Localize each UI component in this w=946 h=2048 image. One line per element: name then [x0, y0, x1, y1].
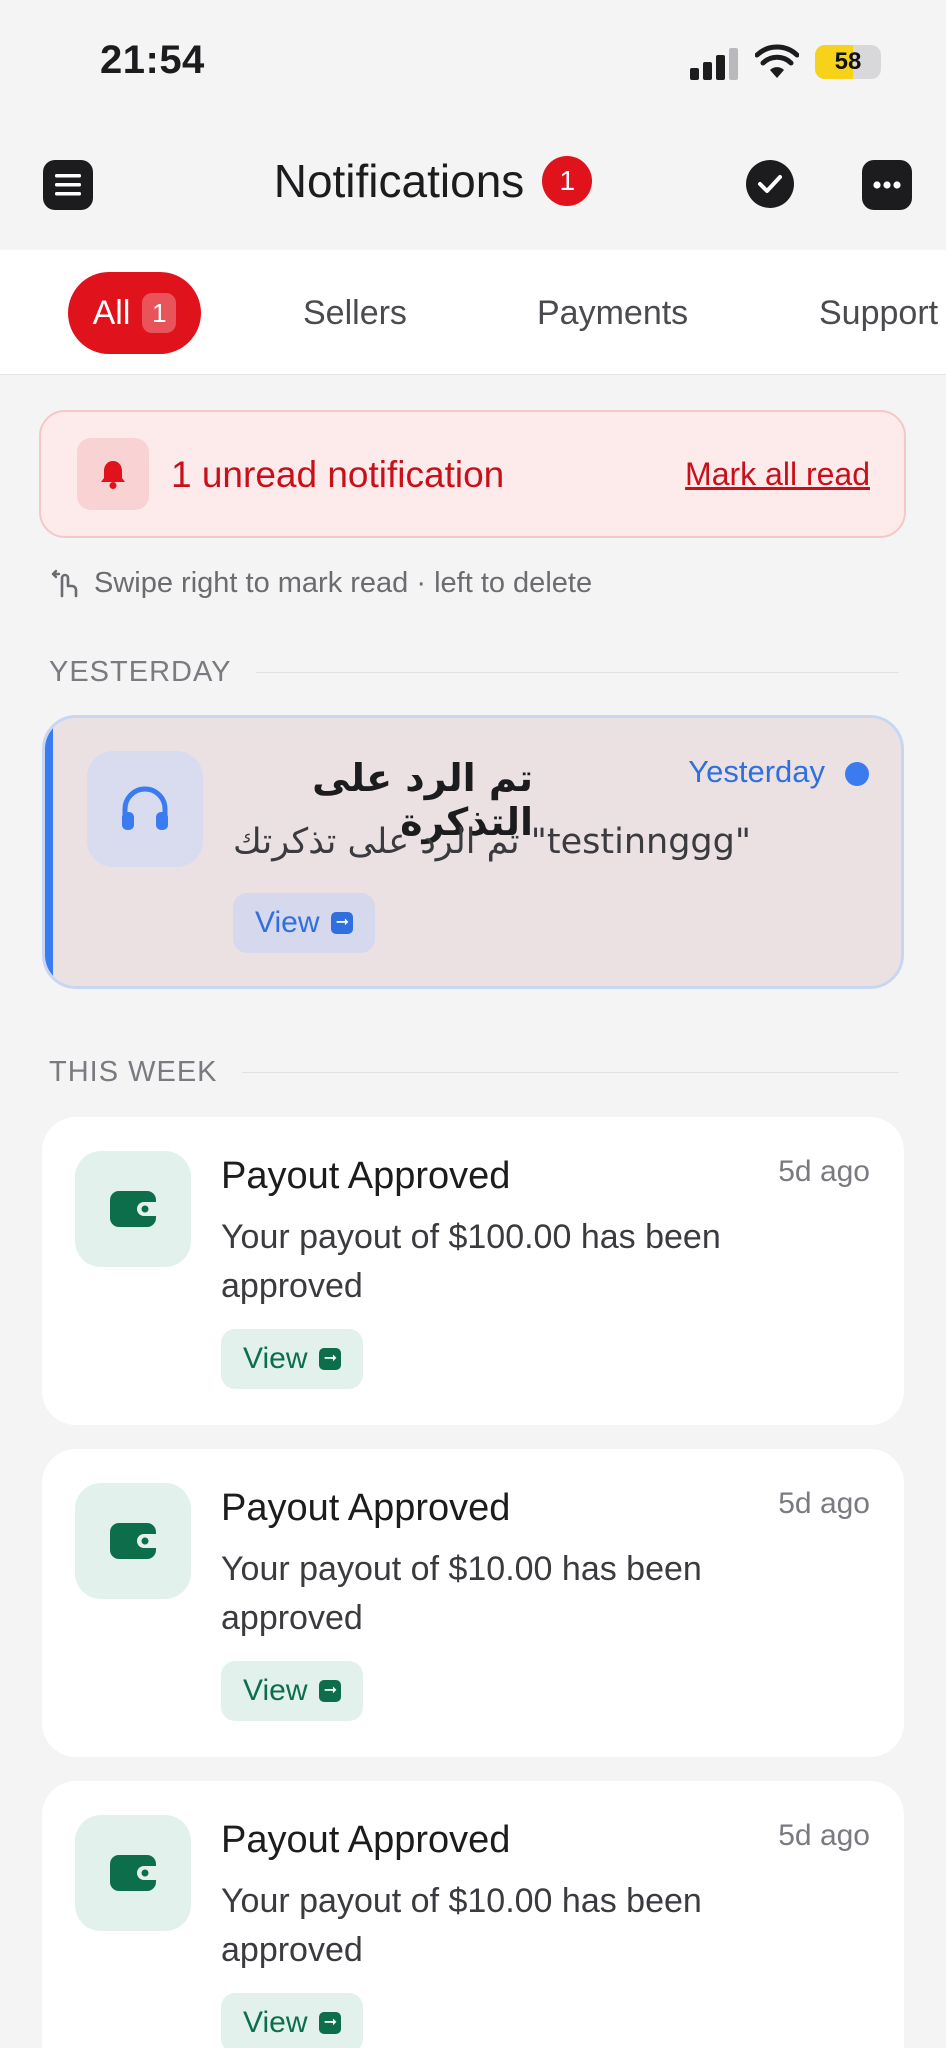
section-divider: [255, 672, 899, 673]
unread-dot: [845, 762, 869, 786]
view-button[interactable]: View ➞: [221, 1661, 364, 1721]
arrow-right-icon: ➞: [319, 2012, 342, 2034]
section-header-yesterday: YESTERDAY: [49, 656, 899, 689]
notification-card-unread[interactable]: تم الرد على التذكرة تم الرد على تذكرتك "…: [42, 715, 904, 989]
notification-title: Payout Approved: [221, 1487, 511, 1529]
section-label: YESTERDAY: [49, 656, 232, 688]
notification-card[interactable]: Payout Approved 5d ago Your payout of $1…: [42, 1449, 904, 1757]
swipe-hint-text: Swipe right to mark read · left to delet…: [94, 566, 593, 599]
bell-icon: [77, 438, 149, 510]
notification-time: 5d ago: [778, 1819, 870, 1852]
status-time: 21:54: [100, 38, 205, 82]
tab-count-badge: 1: [142, 293, 177, 333]
section-label: THIS WEEK: [49, 1056, 218, 1088]
notification-body: Your payout of $100.00 has been approved: [221, 1218, 721, 1305]
swipe-gesture-icon: [51, 569, 78, 598]
arrow-right-icon: ➞: [331, 912, 354, 934]
wallet-icon: [75, 1815, 191, 1931]
swipe-hint: Swipe right to mark read · left to delet…: [50, 566, 592, 600]
tab-payments[interactable]: Payments: [537, 272, 688, 354]
arrow-right-icon: ➞: [319, 1348, 342, 1370]
view-button-label: View: [243, 1674, 308, 1707]
unread-count-text: 1 unread notification: [171, 454, 505, 495]
battery-indicator: 58: [815, 45, 881, 79]
wifi-icon: [755, 44, 799, 78]
arrow-right-icon: ➞: [319, 1680, 342, 1702]
tab-all[interactable]: All 1: [68, 272, 201, 354]
view-button[interactable]: View ➞: [221, 1329, 364, 1389]
mark-all-read-link[interactable]: Mark all read: [685, 456, 870, 493]
view-button[interactable]: View ➞: [221, 1993, 364, 2048]
view-button-label: View: [243, 2006, 308, 2039]
notification-body: Your payout of $10.00 has been approved: [221, 1882, 702, 1969]
header: Notifications 1: [0, 120, 946, 250]
notification-card[interactable]: Payout Approved 5d ago Your payout of $1…: [42, 1117, 904, 1425]
notification-card[interactable]: Payout Approved 5d ago Your payout of $1…: [42, 1781, 904, 2048]
header-title-group: Notifications 1: [0, 154, 946, 208]
status-bar: 21:54 58: [0, 0, 946, 120]
view-button-label: View: [255, 906, 320, 939]
notification-body: Your payout of $10.00 has been approved: [221, 1550, 702, 1637]
cellular-signal-icon: [690, 48, 738, 80]
unread-banner: 1 unread notification Mark all read: [39, 410, 906, 538]
section-divider: [241, 1072, 899, 1073]
tab-support[interactable]: Support: [819, 272, 938, 354]
headphones-icon: [87, 751, 203, 867]
page-title: Notifications: [273, 155, 525, 207]
battery-level: 58: [834, 48, 862, 75]
checkmark-icon: [758, 175, 782, 193]
notification-title: Payout Approved: [221, 1155, 511, 1197]
view-button-label: View: [243, 1342, 308, 1375]
tab-label: All: [92, 293, 131, 332]
ellipsis-icon: [873, 181, 901, 189]
notification-title: Payout Approved: [221, 1819, 511, 1861]
unread-count-badge: 1: [542, 156, 593, 206]
notification-body: تم الرد على تذكرتك "testinnggg": [233, 822, 751, 862]
more-options-button[interactable]: [862, 160, 912, 210]
filter-tabs: All 1 Sellers Payments Support: [0, 250, 946, 375]
view-button[interactable]: View ➞: [233, 893, 376, 953]
wallet-icon: [75, 1151, 191, 1267]
wallet-icon: [75, 1483, 191, 1599]
mark-read-button[interactable]: [746, 160, 794, 208]
unread-accent-bar: [45, 718, 53, 986]
section-header-this-week: THIS WEEK: [49, 1056, 899, 1089]
notification-time: 5d ago: [778, 1155, 870, 1188]
notification-time: Yesterday: [688, 754, 825, 789]
notification-time: 5d ago: [778, 1487, 870, 1520]
tab-sellers[interactable]: Sellers: [303, 272, 407, 354]
